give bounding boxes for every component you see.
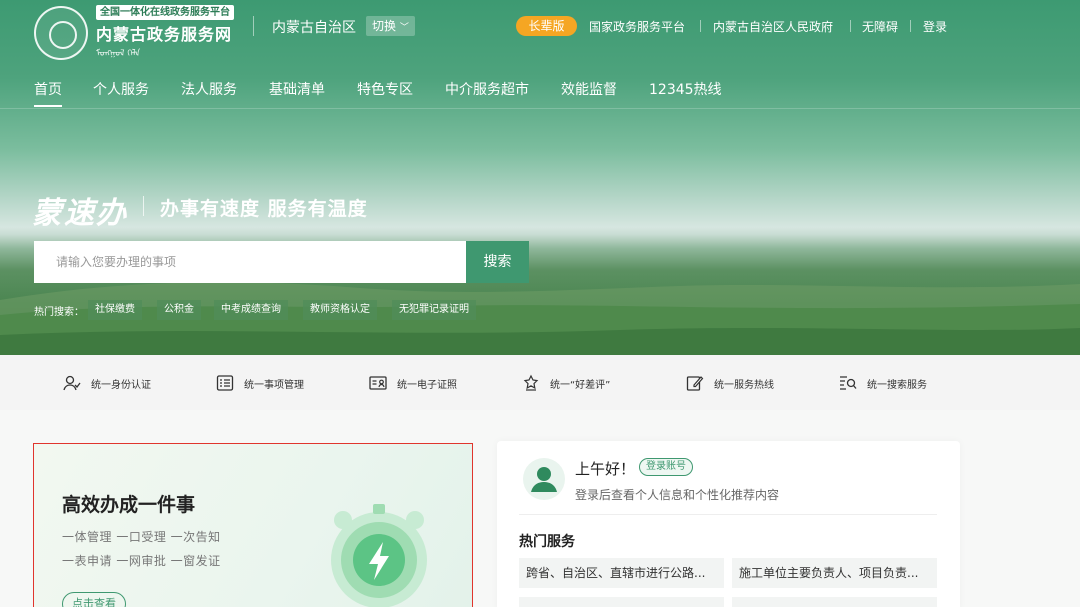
feature-label: 统一事项管理 <box>244 379 304 391</box>
hot-tag-no-criminal-record[interactable]: 无犯罪记录证明 <box>392 300 476 320</box>
link-accessibility[interactable]: 无障碍 <box>862 18 898 35</box>
one-thing-card[interactable]: 高效办成一件事 一体管理 一口受理 一次告知 一表申请 一网审批 一窗发证 点击… <box>33 443 473 607</box>
switch-label: 切换 <box>372 19 397 33</box>
login-link[interactable]: 登录 <box>923 18 947 35</box>
user-avatar-icon <box>531 467 557 492</box>
hot-tag-teacher-cert[interactable]: 教师资格认定 <box>303 300 377 320</box>
slogan-divider <box>143 196 144 216</box>
divider <box>910 20 911 32</box>
nav-special-zone[interactable]: 特色专区 <box>357 79 413 99</box>
link-national-platform[interactable]: 国家政务服务平台 <box>589 18 685 35</box>
divider <box>519 514 937 515</box>
nav-12345-hotline[interactable]: 12345热线 <box>649 79 722 99</box>
view-details-button[interactable]: 点击查看 <box>62 592 126 607</box>
slogan-text: 办事有速度 服务有温度 <box>160 198 368 220</box>
card-subtitle-line2: 一表申请 一网审批 一窗发证 <box>62 554 221 568</box>
feature-search-service[interactable]: 统一搜索服务 <box>839 374 927 392</box>
avatar[interactable] <box>523 458 565 500</box>
feature-item-management[interactable]: 统一事项管理 <box>216 374 304 392</box>
service-item[interactable] <box>732 597 937 607</box>
feature-hotline[interactable]: 统一服务热线 <box>686 374 774 392</box>
nav-active-indicator <box>34 105 62 107</box>
rating-icon <box>523 374 539 391</box>
nav-agency-market[interactable]: 中介服务超市 <box>445 79 529 99</box>
greeting-subtitle: 登录后查看个人信息和个性化推荐内容 <box>575 488 780 502</box>
edit-icon <box>686 376 704 391</box>
hot-services-title: 热门服务 <box>519 534 575 550</box>
divider <box>700 20 701 32</box>
hot-tag-social-security[interactable]: 社保缴费 <box>88 300 142 320</box>
service-item[interactable] <box>519 597 724 607</box>
search-input[interactable] <box>34 241 466 283</box>
chevron-down-icon: ﹀ <box>399 23 409 33</box>
hero-banner: 全国一体化在线政务服务平台 内蒙古政务服务网 ᠮᠣᠩᠭᠣᠯ ᠬᠡᠯᠡ 内蒙古自治… <box>0 0 1080 355</box>
service-item[interactable]: 跨省、自治区、直辖市进行公路... <box>519 558 724 588</box>
divider <box>253 16 254 36</box>
region-name: 内蒙古自治区 <box>272 20 356 36</box>
card-subtitle-line1: 一体管理 一口受理 一次告知 <box>62 530 221 544</box>
identity-icon <box>63 375 81 391</box>
feature-identity[interactable]: 统一身份认证 <box>63 374 151 392</box>
hot-search-label: 热门搜索： <box>34 307 84 318</box>
service-item[interactable]: 施工单位主要负责人、项目负责... <box>732 558 937 588</box>
logo-mongolian-script: ᠮᠣᠩᠭᠣᠯ ᠬᠡᠯᠡ <box>96 49 141 59</box>
card-title: 高效办成一件事 <box>62 494 196 516</box>
search-button[interactable]: 搜索 <box>466 241 529 283</box>
nav-basic-list[interactable]: 基础清单 <box>269 79 325 99</box>
nav-home[interactable]: 首页 <box>34 79 62 99</box>
divider <box>850 20 851 32</box>
greeting: 上午好！ <box>575 460 636 478</box>
region-switch-button[interactable]: 切换 ﹀ <box>366 16 415 36</box>
nav-efficiency-supervision[interactable]: 效能监督 <box>561 79 617 99</box>
link-regional-government[interactable]: 内蒙古自治区人民政府 <box>713 18 833 35</box>
checklist-icon <box>216 375 234 391</box>
nav-corporate-services[interactable]: 法人服务 <box>181 79 237 99</box>
feature-label: 统一身份认证 <box>91 379 151 391</box>
logo-tagline: 全国一体化在线政务服务平台 <box>96 5 234 20</box>
nav-divider <box>0 108 1080 109</box>
hot-tag-exam-results[interactable]: 中考成绩查询 <box>214 300 288 320</box>
site-title[interactable]: 内蒙古政务服务网 <box>96 21 232 45</box>
search-list-icon <box>840 376 857 390</box>
feature-e-certificate[interactable]: 统一电子证照 <box>369 374 457 392</box>
feature-label: 统一电子证照 <box>397 379 457 391</box>
logo-emblem-icon[interactable] <box>34 6 88 60</box>
elder-mode-button[interactable]: 长辈版 <box>516 16 577 36</box>
feature-label: 统一“好差评” <box>550 379 611 391</box>
hot-tag-housing-fund[interactable]: 公积金 <box>157 300 201 320</box>
feature-label: 统一搜索服务 <box>867 379 927 391</box>
stopwatch-lightning-icon <box>331 504 427 607</box>
feature-rating[interactable]: 统一“好差评” <box>522 374 610 392</box>
nav-personal-services[interactable]: 个人服务 <box>93 79 149 99</box>
feature-label: 统一服务热线 <box>714 379 774 391</box>
login-account-button[interactable]: 登录账号 <box>639 458 693 476</box>
user-card: 上午好！ 登录账号 登录后查看个人信息和个性化推荐内容 热门服务 跨省、自治区、… <box>497 441 960 607</box>
top-bar: 全国一体化在线政务服务平台 内蒙古政务服务网 ᠮᠣᠩᠭᠣᠯ ᠬᠡᠯᠡ 内蒙古自治… <box>0 0 1080 60</box>
feature-bar: 统一身份认证 统一事项管理 统一电子证照 统一“好差评” 统一服务热线 统一搜索… <box>0 355 1080 410</box>
id-card-icon <box>369 376 387 390</box>
slogan-logo: 蒙速办 <box>32 196 128 231</box>
